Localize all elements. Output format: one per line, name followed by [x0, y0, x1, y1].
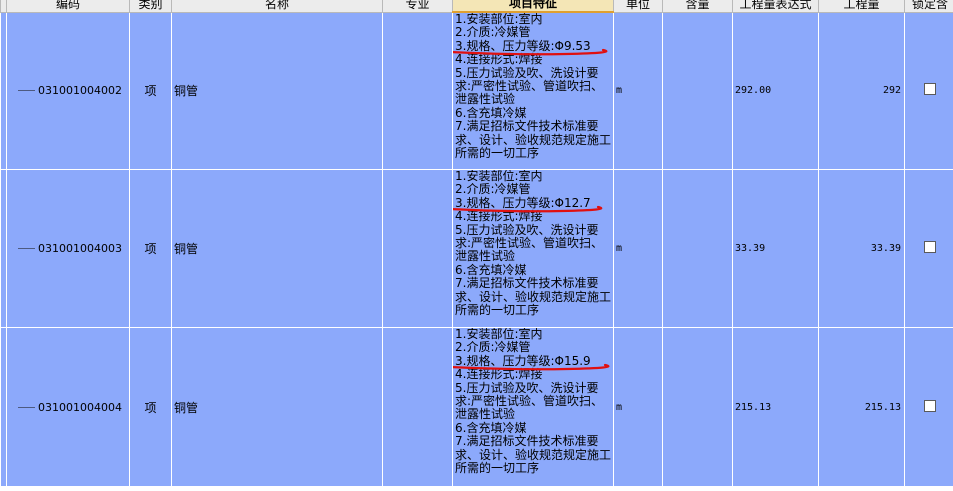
specialty-cell[interactable]: [382, 169, 453, 328]
feature-line: 泄露性试验: [455, 407, 516, 422]
content-cell[interactable]: [662, 11, 733, 170]
feature-line: 所需的一切工序: [455, 303, 540, 318]
feature-line: 所需的一切工序: [455, 461, 540, 476]
name-cell[interactable]: 铜管: [171, 11, 383, 170]
tree-connector: [18, 90, 35, 92]
table-row[interactable]: 031001004002 项铜管 1.安装部位:室内 2.介质:冷媒管 3.规格、压力等…: [0, 11, 953, 170]
quantity-cell[interactable]: 292: [818, 11, 905, 170]
locked-cell: [904, 327, 953, 487]
lock-checkbox[interactable]: [924, 83, 936, 96]
quantity-cell[interactable]: 33.39: [818, 169, 905, 328]
item-code: 031001004003: [38, 242, 122, 255]
lock-checkbox[interactable]: [924, 241, 936, 253]
quantity-cell[interactable]: 215.13: [818, 327, 905, 487]
header-expression[interactable]: 工程量表达式: [732, 0, 819, 13]
feature-line: 所需的一切工序: [455, 146, 540, 161]
locked-cell: [904, 169, 953, 328]
feature-line: 2.介质:冷媒管: [455, 25, 531, 40]
feature-line: 4.连接形式:焊接: [455, 52, 543, 67]
unit-cell[interactable]: m: [613, 327, 663, 487]
name-cell[interactable]: 铜管: [171, 169, 383, 328]
tree-connector: [18, 406, 35, 408]
specialty-cell[interactable]: [382, 327, 453, 487]
header-unit[interactable]: 单位: [613, 0, 663, 13]
header-category[interactable]: 类别: [129, 0, 172, 13]
item-code: 031001004004: [38, 400, 122, 414]
header-name[interactable]: 名称: [171, 0, 383, 13]
code-cell[interactable]: 031001004002: [6, 11, 130, 170]
expression-cell[interactable]: 215.13: [732, 327, 819, 487]
expression-cell[interactable]: 292.00: [732, 11, 819, 170]
header-content[interactable]: 含量: [662, 0, 733, 13]
feature-line: 7.满足招标文件技术标准要: [455, 276, 599, 291]
specialty-cell[interactable]: [382, 11, 453, 170]
bill-of-quantities-grid: 编码 类别 名称 专业 项目特征 单位 含量 工程量表达式 工程量 锁定含 03…: [0, 0, 953, 491]
table-row[interactable]: 031001004003 项铜管 1.安装部位:室内 2.介质:冷媒管 3.规格、压力等…: [0, 169, 953, 328]
feature-cell[interactable]: 1.安装部位:室内 2.介质:冷媒管 3.规格、压力等级:Φ15.9 4.连接形式:焊…: [452, 327, 614, 487]
name-cell[interactable]: 铜管: [171, 327, 383, 487]
feature-line: 7.满足招标文件技术标准要: [455, 434, 599, 449]
tree-connector: [18, 248, 35, 249]
category-cell[interactable]: 项: [129, 169, 172, 328]
feature-line: 7.满足招标文件技术标准要: [455, 119, 599, 134]
unit-cell[interactable]: m: [613, 11, 663, 170]
header-code[interactable]: 编码: [6, 0, 130, 13]
quantities-table: 编码 类别 名称 专业 项目特征 单位 含量 工程量表达式 工程量 锁定含 03…: [0, 0, 953, 487]
feature-line: 2.介质:冷媒管: [455, 340, 531, 355]
expression-cell[interactable]: 33.39: [732, 169, 819, 328]
header-locked[interactable]: 锁定含: [904, 0, 953, 13]
table-row[interactable]: 031001004004 项铜管 1.安装部位:室内 2.介质:冷媒管 3.规格、压力等…: [0, 327, 953, 487]
feature-line: 泄露性试验: [455, 249, 516, 264]
header-feature[interactable]: 项目特征: [452, 0, 614, 13]
item-code: 031001004002: [38, 84, 122, 98]
header-specialty[interactable]: 专业: [382, 0, 453, 13]
category-cell[interactable]: 项: [129, 11, 172, 170]
lock-checkbox[interactable]: [924, 399, 936, 412]
feature-line: 4.连接形式:焊接: [455, 367, 543, 382]
locked-cell: [904, 11, 953, 170]
feature-cell[interactable]: 1.安装部位:室内 2.介质:冷媒管 3.规格、压力等级:Φ12.7 4.连接形式:焊…: [452, 169, 614, 328]
header-quantity[interactable]: 工程量: [818, 0, 905, 13]
content-cell[interactable]: [662, 169, 733, 328]
feature-cell[interactable]: 1.安装部位:室内 2.介质:冷媒管 3.规格、压力等级:Φ9.53 4.连接形式:焊…: [452, 11, 614, 170]
code-cell[interactable]: 031001004003: [6, 169, 130, 328]
content-cell[interactable]: [662, 327, 733, 487]
category-cell[interactable]: 项: [129, 327, 172, 487]
feature-line: 泄露性试验: [455, 92, 516, 107]
feature-line: 4.连接形式:焊接: [455, 209, 543, 224]
unit-cell[interactable]: m: [613, 169, 663, 328]
code-cell[interactable]: 031001004004: [6, 327, 130, 487]
feature-line: 2.介质:冷媒管: [455, 182, 531, 197]
header-row: 编码 类别 名称 专业 项目特征 单位 含量 工程量表达式 工程量 锁定含: [0, 0, 953, 13]
